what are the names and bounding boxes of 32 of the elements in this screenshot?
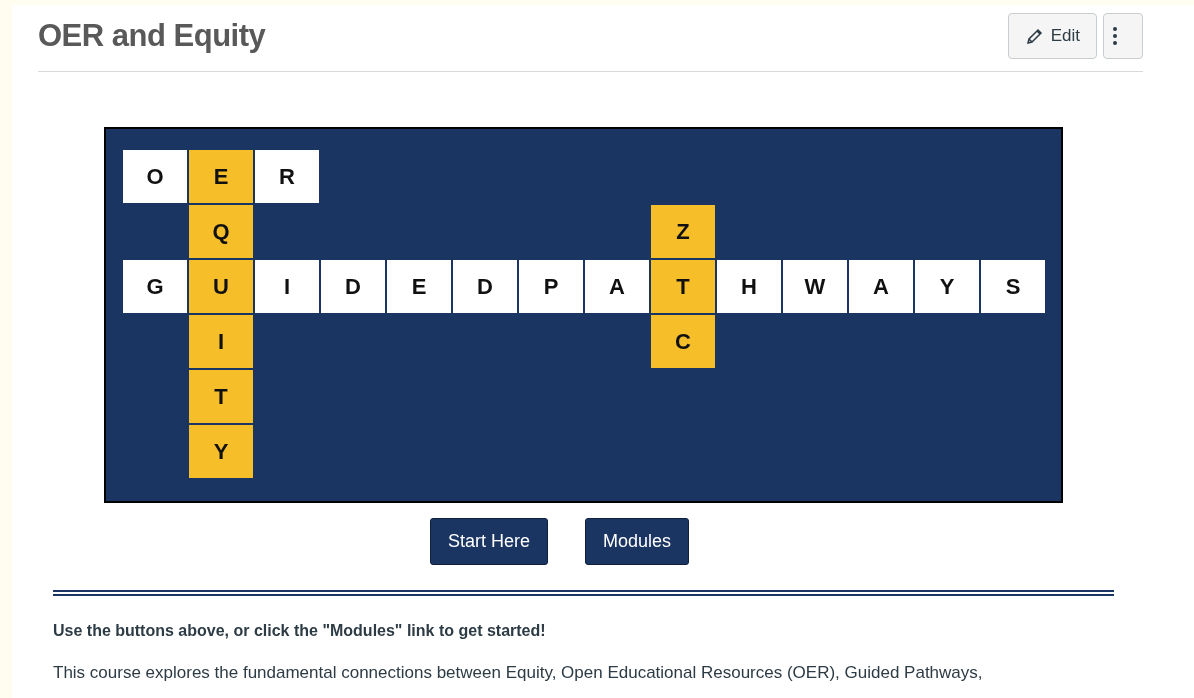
nav-button[interactable]: Start Here: [430, 518, 549, 565]
crossword-tile: W: [783, 260, 847, 313]
crossword-tile: R: [255, 150, 319, 203]
edit-button[interactable]: Edit: [1007, 13, 1097, 59]
crossword-tile: G: [123, 260, 187, 313]
crossword-tile: D: [453, 260, 517, 313]
crossword-tile: Z: [651, 205, 715, 258]
crossword-tile: T: [651, 260, 715, 313]
more-button[interactable]: [1103, 13, 1143, 59]
crossword-tile: E: [387, 260, 451, 313]
crossword-tile: I: [255, 260, 319, 313]
crossword-tile: T: [189, 370, 253, 423]
crossword-tile: D: [321, 260, 385, 313]
crossword-tile: P: [519, 260, 583, 313]
crossword-tile: A: [585, 260, 649, 313]
crossword-tile: Y: [915, 260, 979, 313]
description-text: This course explores the fundamental connections between Equity, Open Educational Resources (OER), Guided Pathways,: [53, 663, 984, 683]
intro-text: Use the buttons above, or click the "Modules" link to get started!: [53, 622, 547, 640]
crossword-tile: O: [123, 150, 187, 203]
crossword-tile: Y: [189, 425, 253, 478]
page-title: OER and Equity: [38, 18, 266, 54]
more-icon: [1112, 26, 1118, 46]
nav-button[interactable]: Modules: [585, 518, 690, 565]
crossword-tile: A: [849, 260, 913, 313]
pencil-icon: [1024, 26, 1045, 46]
crossword-tile: S: [981, 260, 1045, 313]
crossword-tile: I: [189, 315, 253, 368]
crossword-tile: U: [189, 260, 253, 313]
crossword-tile: C: [651, 315, 715, 368]
crossword-tile: H: [717, 260, 781, 313]
crossword-tile: Q: [189, 205, 253, 258]
crossword-tile: E: [189, 150, 253, 203]
